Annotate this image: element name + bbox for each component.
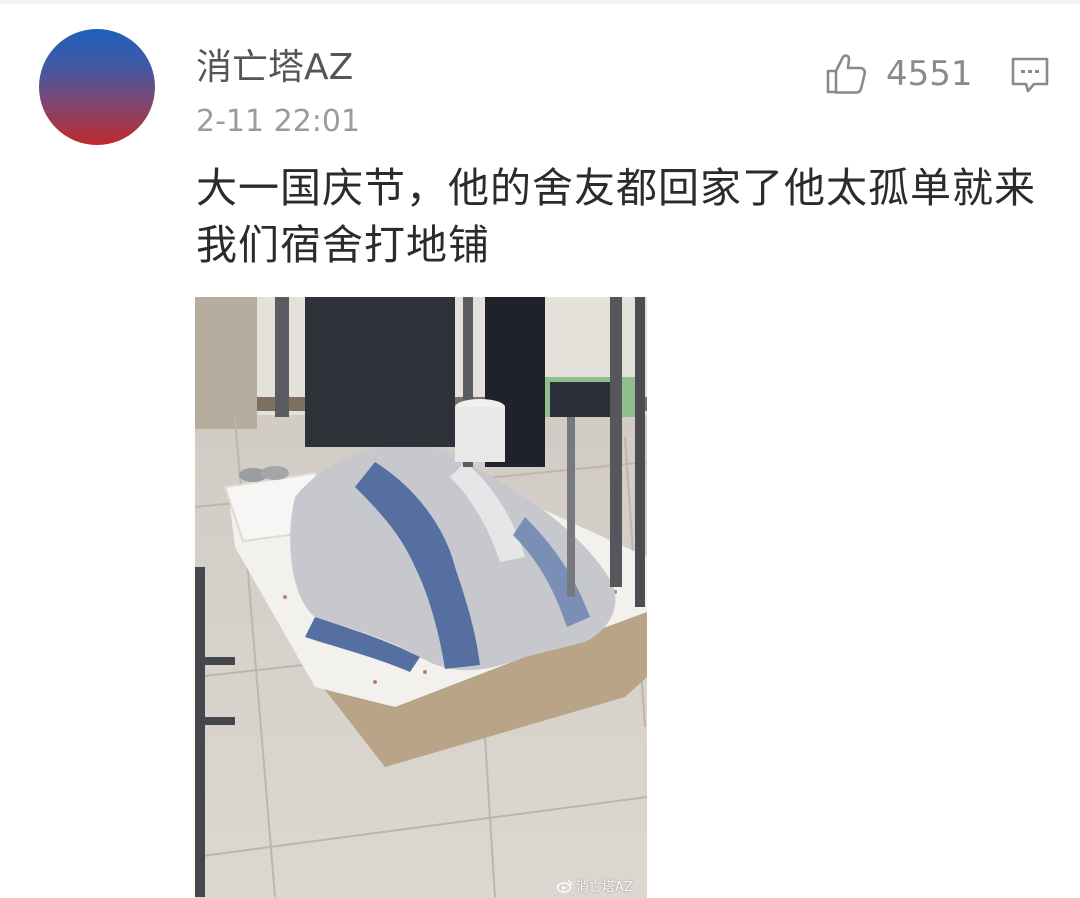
- weibo-icon: [557, 879, 573, 893]
- photo-watermark-text: 消亡塔AZ: [576, 880, 633, 895]
- dorm-floor-bed-image: [195, 297, 647, 898]
- comment-text: 大一国庆节，他的舍友都回家了他太孤单就来 我们宿舍打地铺: [196, 160, 1056, 274]
- comment-bubble-icon[interactable]: [1008, 54, 1052, 96]
- username[interactable]: 消亡塔AZ: [196, 46, 353, 90]
- comment-text-line-2: 我们宿舍打地铺: [196, 221, 490, 269]
- comment-text-line-1: 大一国庆节，他的舍友都回家了他太孤单就来: [196, 164, 1036, 212]
- avatar[interactable]: [39, 29, 155, 145]
- timestamp: 2-11 22:01: [196, 104, 361, 139]
- comment-item: 消亡塔AZ 2-11 22:01 4551 大一国庆节，他的舍友都回家了他太孤单…: [0, 0, 1080, 898]
- thumbs-up-icon: [826, 54, 867, 94]
- like-button[interactable]: 4551: [824, 50, 973, 98]
- like-count: 4551: [886, 54, 973, 94]
- photo-watermark: 消亡塔AZ: [557, 876, 633, 895]
- comment-photo[interactable]: [195, 297, 647, 898]
